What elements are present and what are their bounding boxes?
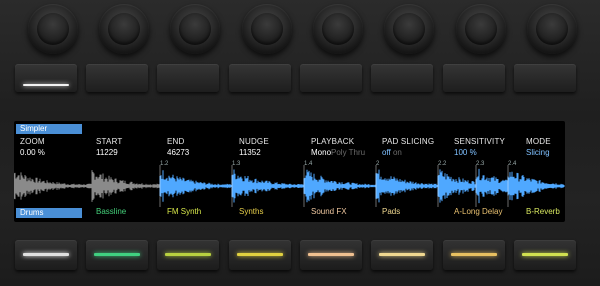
- playback-selected: Mono: [311, 148, 332, 157]
- button-led: [237, 84, 283, 86]
- param-label-pad-slicing: PAD SLICING: [382, 137, 435, 146]
- param-label-zoom: ZOOM: [20, 137, 45, 146]
- param-value-playback: MonoPoly Thru: [311, 148, 365, 157]
- track-name-pads[interactable]: Pads: [382, 207, 400, 216]
- sensitivity-value: 100 %: [454, 148, 477, 157]
- encoder-knob-1[interactable]: [28, 4, 78, 54]
- button-led: [23, 84, 69, 86]
- button-led: [451, 84, 497, 86]
- track-select-button-pads[interactable]: [371, 240, 433, 270]
- param-value-mode: Slicing: [526, 148, 550, 157]
- param-value-end: 46273: [167, 148, 189, 157]
- waveform-display[interactable]: [14, 165, 565, 207]
- upper-button-5[interactable]: [300, 64, 362, 92]
- upper-button-7[interactable]: [443, 64, 505, 92]
- upper-button-4[interactable]: [229, 64, 291, 92]
- track-select-button-drums[interactable]: [15, 240, 77, 270]
- encoder-knob-7[interactable]: [456, 4, 506, 54]
- track-name-fm-synth[interactable]: FM Synth: [167, 207, 201, 216]
- track-name-sound-fx[interactable]: Sound FX: [311, 207, 347, 216]
- param-label-nudge: NUDGE: [239, 137, 269, 146]
- upper-button-3[interactable]: [157, 64, 219, 92]
- end-value: 46273: [167, 148, 190, 157]
- track-name-b-reverb[interactable]: B-Reverb: [526, 207, 560, 216]
- button-led: [94, 84, 140, 86]
- button-led: [308, 253, 354, 256]
- button-led: [379, 253, 425, 256]
- button-led: [379, 84, 425, 86]
- param-value-nudge: 11352: [239, 148, 261, 157]
- param-label-sensitivity: SENSITIVITY: [454, 137, 506, 146]
- button-led: [165, 253, 211, 256]
- track-name-synths[interactable]: Synths: [239, 207, 263, 216]
- upper-button-8[interactable]: [514, 64, 576, 92]
- button-led: [308, 84, 354, 86]
- param-value-sensitivity: 100 %: [454, 148, 477, 157]
- track-select-button-bassline[interactable]: [86, 240, 148, 270]
- param-value-zoom: 0.00 %: [20, 148, 45, 157]
- param-value-start: 11229: [96, 148, 118, 157]
- encoder-knob-8[interactable]: [527, 4, 577, 54]
- upper-button-2[interactable]: [86, 64, 148, 92]
- encoder-knob-4[interactable]: [242, 4, 292, 54]
- param-label-end: END: [167, 137, 185, 146]
- track-select-button-a-long-delay[interactable]: [443, 240, 505, 270]
- push-controller-surface: Simpler ZOOM START END NUDGE PLAYBACK PA…: [0, 0, 600, 286]
- encoder-knob-2[interactable]: [99, 4, 149, 54]
- track-name-a-long-delay[interactable]: A-Long Delay: [454, 207, 502, 216]
- encoder-knob-6[interactable]: [384, 4, 434, 54]
- encoder-knob-5[interactable]: [313, 4, 363, 54]
- button-led: [451, 253, 497, 256]
- track-tab-drums[interactable]: Drums: [16, 208, 82, 218]
- upper-button-1[interactable]: [15, 64, 77, 92]
- button-led: [165, 84, 211, 86]
- track-select-button-b-reverb[interactable]: [514, 240, 576, 270]
- device-tab-simpler[interactable]: Simpler: [16, 124, 82, 134]
- playback-options: Poly Thru: [331, 148, 366, 157]
- param-label-mode: MODE: [526, 137, 551, 146]
- nudge-value: 11352: [239, 148, 261, 157]
- param-value-pad-slicing: off on: [382, 148, 402, 157]
- track-select-button-synths[interactable]: [229, 240, 291, 270]
- param-label-start: START: [96, 137, 123, 146]
- zoom-value: 0.00 %: [20, 148, 45, 157]
- encoder-knob-3[interactable]: [170, 4, 220, 54]
- pad-slicing-options: on: [392, 148, 402, 157]
- track-select-button-fm-synth[interactable]: [157, 240, 219, 270]
- start-value: 11229: [96, 148, 118, 157]
- button-led: [23, 253, 69, 256]
- mode-value: Slicing: [526, 148, 550, 157]
- button-led: [522, 253, 568, 256]
- param-label-playback: PLAYBACK: [311, 137, 355, 146]
- track-name-bassline[interactable]: Bassline: [96, 207, 126, 216]
- button-led: [522, 84, 568, 86]
- button-led: [237, 253, 283, 256]
- track-select-button-sound-fx[interactable]: [300, 240, 362, 270]
- lcd-display: Simpler ZOOM START END NUDGE PLAYBACK PA…: [14, 121, 565, 222]
- upper-button-6[interactable]: [371, 64, 433, 92]
- button-led: [94, 253, 140, 256]
- pad-slicing-selected: off: [382, 148, 391, 157]
